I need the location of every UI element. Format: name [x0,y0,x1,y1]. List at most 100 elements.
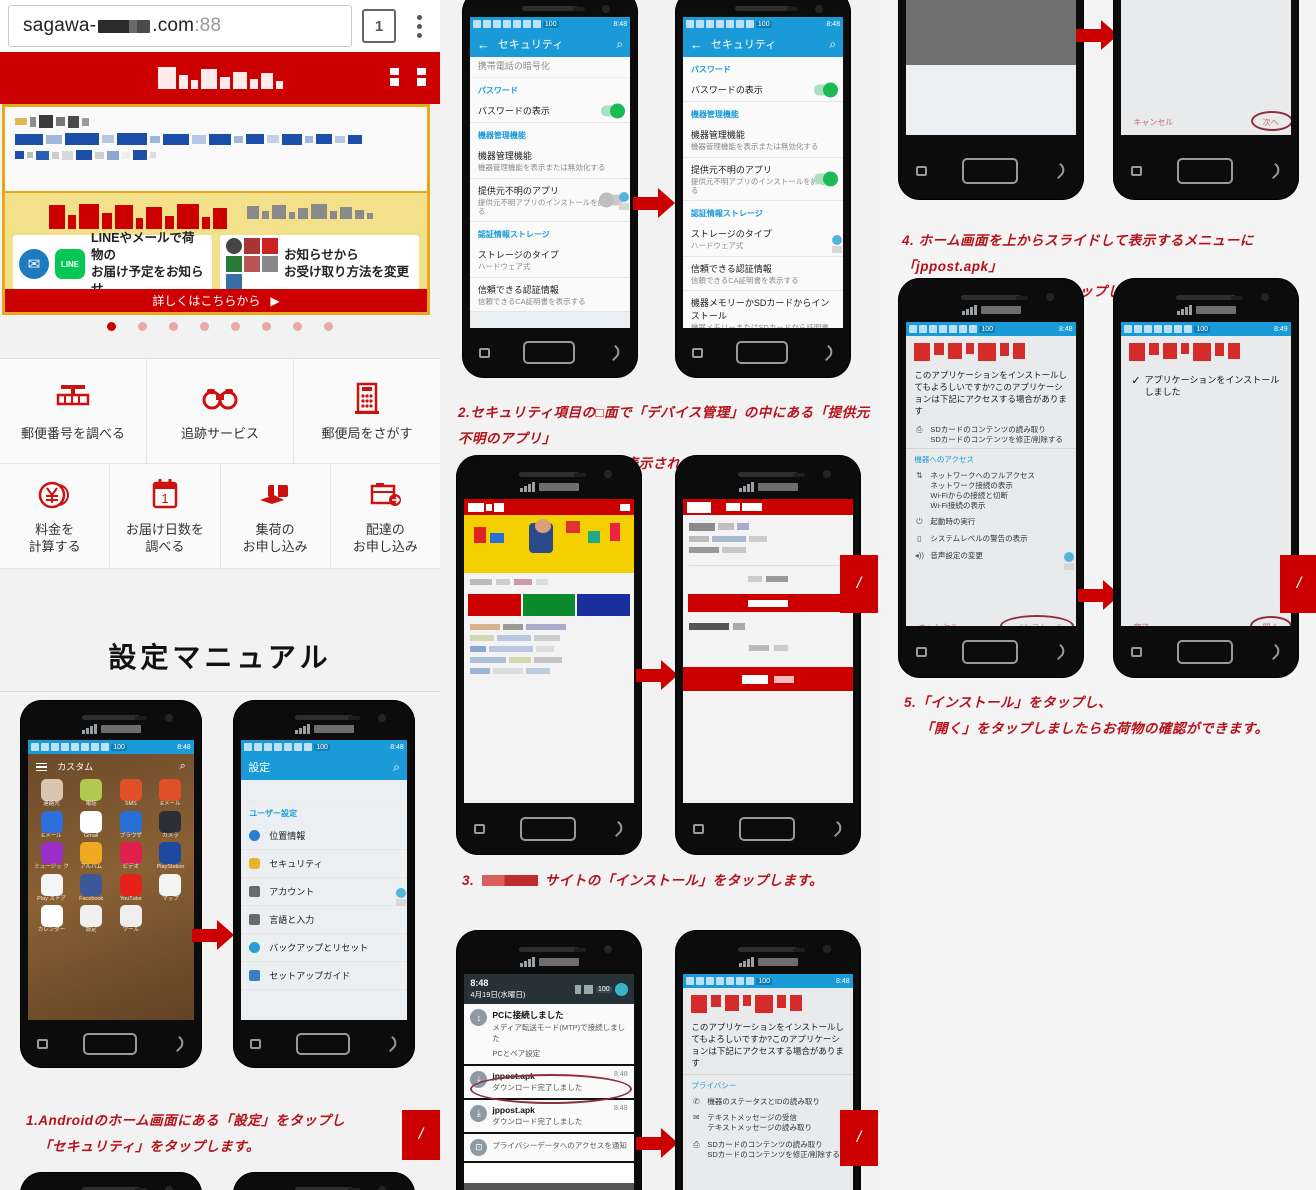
app-icon[interactable]: ブラウザ [113,810,150,840]
app-icon[interactable]: カレンダー [33,905,70,934]
search-icon[interactable]: ⌕ [829,37,836,52]
carousel-dot[interactable] [138,322,147,331]
carousel-dot[interactable] [169,322,178,331]
toggle-switch[interactable] [601,103,626,119]
back-button-icon[interactable] [383,1035,400,1053]
carousel-dot[interactable] [107,322,116,331]
app-icon[interactable]: ビデオ [113,842,150,871]
notification-action[interactable]: PCとペア設定 [492,1048,627,1059]
website-button-blue[interactable] [577,594,630,616]
phone-nav-bar[interactable] [233,1020,415,1068]
scroll-indicator[interactable] [395,888,406,907]
recents-button-icon[interactable] [37,1039,49,1050]
scroll-indicator[interactable] [1063,552,1074,570]
search-icon[interactable]: ⌕ [180,760,186,773]
back-arrow-icon[interactable]: ← [690,37,703,52]
toggle-switch[interactable] [814,82,839,98]
home-button-icon[interactable] [82,1033,138,1056]
recents-button-icon[interactable] [250,1039,262,1050]
phone-nav-bar[interactable] [898,142,1084,200]
install-button[interactable] [688,594,848,612]
cancel-button[interactable]: キャンセル [1133,117,1173,128]
phone-nav-bar[interactable] [456,803,642,855]
service-postal-code[interactable]: 郵便番号を調べる [0,359,147,464]
install-button-red[interactable] [468,594,521,616]
security-row[interactable]: 提供元不明のアプリ 提供元不明アプリのインストールを許可する [682,158,844,202]
security-row[interactable]: 信頼できる認証情報 信頼できるCA証明書を表示する [469,278,631,313]
website-button-row[interactable] [464,591,633,619]
website-button-green[interactable] [522,594,576,616]
app-icon[interactable]: PlayStation [152,842,189,871]
carousel-dot[interactable] [293,322,302,331]
settings-item[interactable]: バックアップとリセット [241,934,407,963]
app-icon[interactable]: アルバム [73,842,110,871]
scroll-indicator[interactable] [619,192,630,211]
security-row[interactable]: 機器メモリーかSDカードからインストール機器メモリーまたはSDカードから証明書を… [683,291,843,328]
settings-item[interactable]: セキュリティ [241,850,407,879]
hero-banner[interactable]: ✉ LINE LINEやメールで荷物の お届け予定をお知らせ [2,104,430,315]
app-icon[interactable]: SMS [113,779,150,808]
security-row[interactable]: 機器管理機能 機器管理機能を表示または無効化する [469,144,631,179]
security-row[interactable]: パスワードの表示 [469,99,631,124]
carousel-dots[interactable] [0,322,440,331]
menu-icon[interactable] [390,68,399,86]
carousel-dot[interactable] [324,322,333,331]
app-icon[interactable]: YouTube [113,873,150,903]
settings-item[interactable]: アカウント [241,878,407,907]
settings-item[interactable]: 言語と入力 [241,906,407,935]
site-header-actions[interactable] [390,68,426,86]
settings-item[interactable]: セットアップガイド [241,962,407,991]
app-icon[interactable]: 電話 [73,779,110,808]
phone-nav-bar[interactable] [675,803,861,855]
service-pickup-request[interactable]: 集荷の お申し込み [220,464,331,569]
carousel-dot[interactable] [200,322,209,331]
phone-nav-bar[interactable] [898,626,1084,678]
search-icon[interactable]: ⌕ [616,37,623,52]
home-button-icon[interactable] [295,1033,351,1056]
app-icon[interactable]: Eメール [152,779,189,808]
tab-count-button[interactable]: 1 [362,9,396,43]
phone-nav-bar[interactable] [675,328,851,378]
search-icon[interactable] [417,68,426,86]
scroll-indicator[interactable] [832,235,843,254]
phone-nav-bar[interactable] [1113,142,1299,200]
avatar[interactable] [614,982,628,996]
carousel-dot[interactable] [231,322,240,331]
service-delivery-request[interactable]: 配達の お申し込み [330,464,440,569]
security-row[interactable]: ストレージのタイプ ハードウェア式 [682,222,844,257]
app-icon[interactable]: Eメール [33,810,70,840]
toggle-switch[interactable] [814,171,839,187]
security-row[interactable]: ストレージのタイプ ハードウェア式 [469,243,631,278]
phone-nav-bar[interactable] [462,328,638,378]
security-row[interactable]: 提供元不明のアプリ 提供元不明アプリのインストールを許可する [469,179,631,223]
security-row[interactable]: 機器管理機能 機器管理機能を表示または無効化する [682,123,844,158]
hamburger-icon[interactable] [36,762,48,772]
service-find-post-office[interactable]: 郵便局をさがす [294,359,440,464]
app-icon[interactable]: Facebook [73,873,110,903]
app-icon[interactable]: ツール [113,905,150,934]
service-fee-calc[interactable]: 料金を 計算する [0,464,111,569]
notification-item[interactable]: ⊡ プライバシーデータへのアクセスを通知 [464,1134,634,1163]
notification-item[interactable]: ⤓ jppost.apk ダウンロード完了しました 8:48 [464,1100,634,1134]
phone-nav-bar[interactable] [20,1020,202,1068]
back-arrow-icon[interactable]: ← [477,37,490,52]
promo-line-notification[interactable]: ✉ LINE LINEやメールで荷物の お届け予定をお知らせ [13,231,212,296]
website-menu-icon[interactable] [619,503,630,511]
service-tracking[interactable]: 追跡サービス [147,359,294,464]
hero-more-link[interactable]: 詳しくはこちらから ▶ [5,289,427,312]
next-button[interactable]: 次へ [1250,111,1291,132]
app-icon[interactable]: カメラ [152,810,189,840]
kebab-menu-icon[interactable] [406,9,432,43]
security-row[interactable]: 信頼できる認証情報 信頼できるCA証明書を表示する [682,257,844,292]
carousel-dot[interactable] [262,322,271,331]
search-icon[interactable]: ⌕ [393,760,400,775]
phone-nav-bar[interactable] [1113,626,1299,678]
app-icon[interactable]: ミュージッ ク [33,842,70,871]
app-icon[interactable]: 連絡先 [33,779,70,808]
back-button-icon[interactable] [170,1035,187,1053]
settings-item[interactable]: 位置情報 [241,822,407,851]
security-row[interactable]: パスワードの表示 [682,78,844,103]
notification-item[interactable]: ↕ PCに接続しました メディア転送モード(MTP)で接続しました PCとペア設定 [464,1004,634,1066]
app-icon[interactable]: マップ [152,873,189,903]
app-icon[interactable]: Gmail [73,810,110,840]
